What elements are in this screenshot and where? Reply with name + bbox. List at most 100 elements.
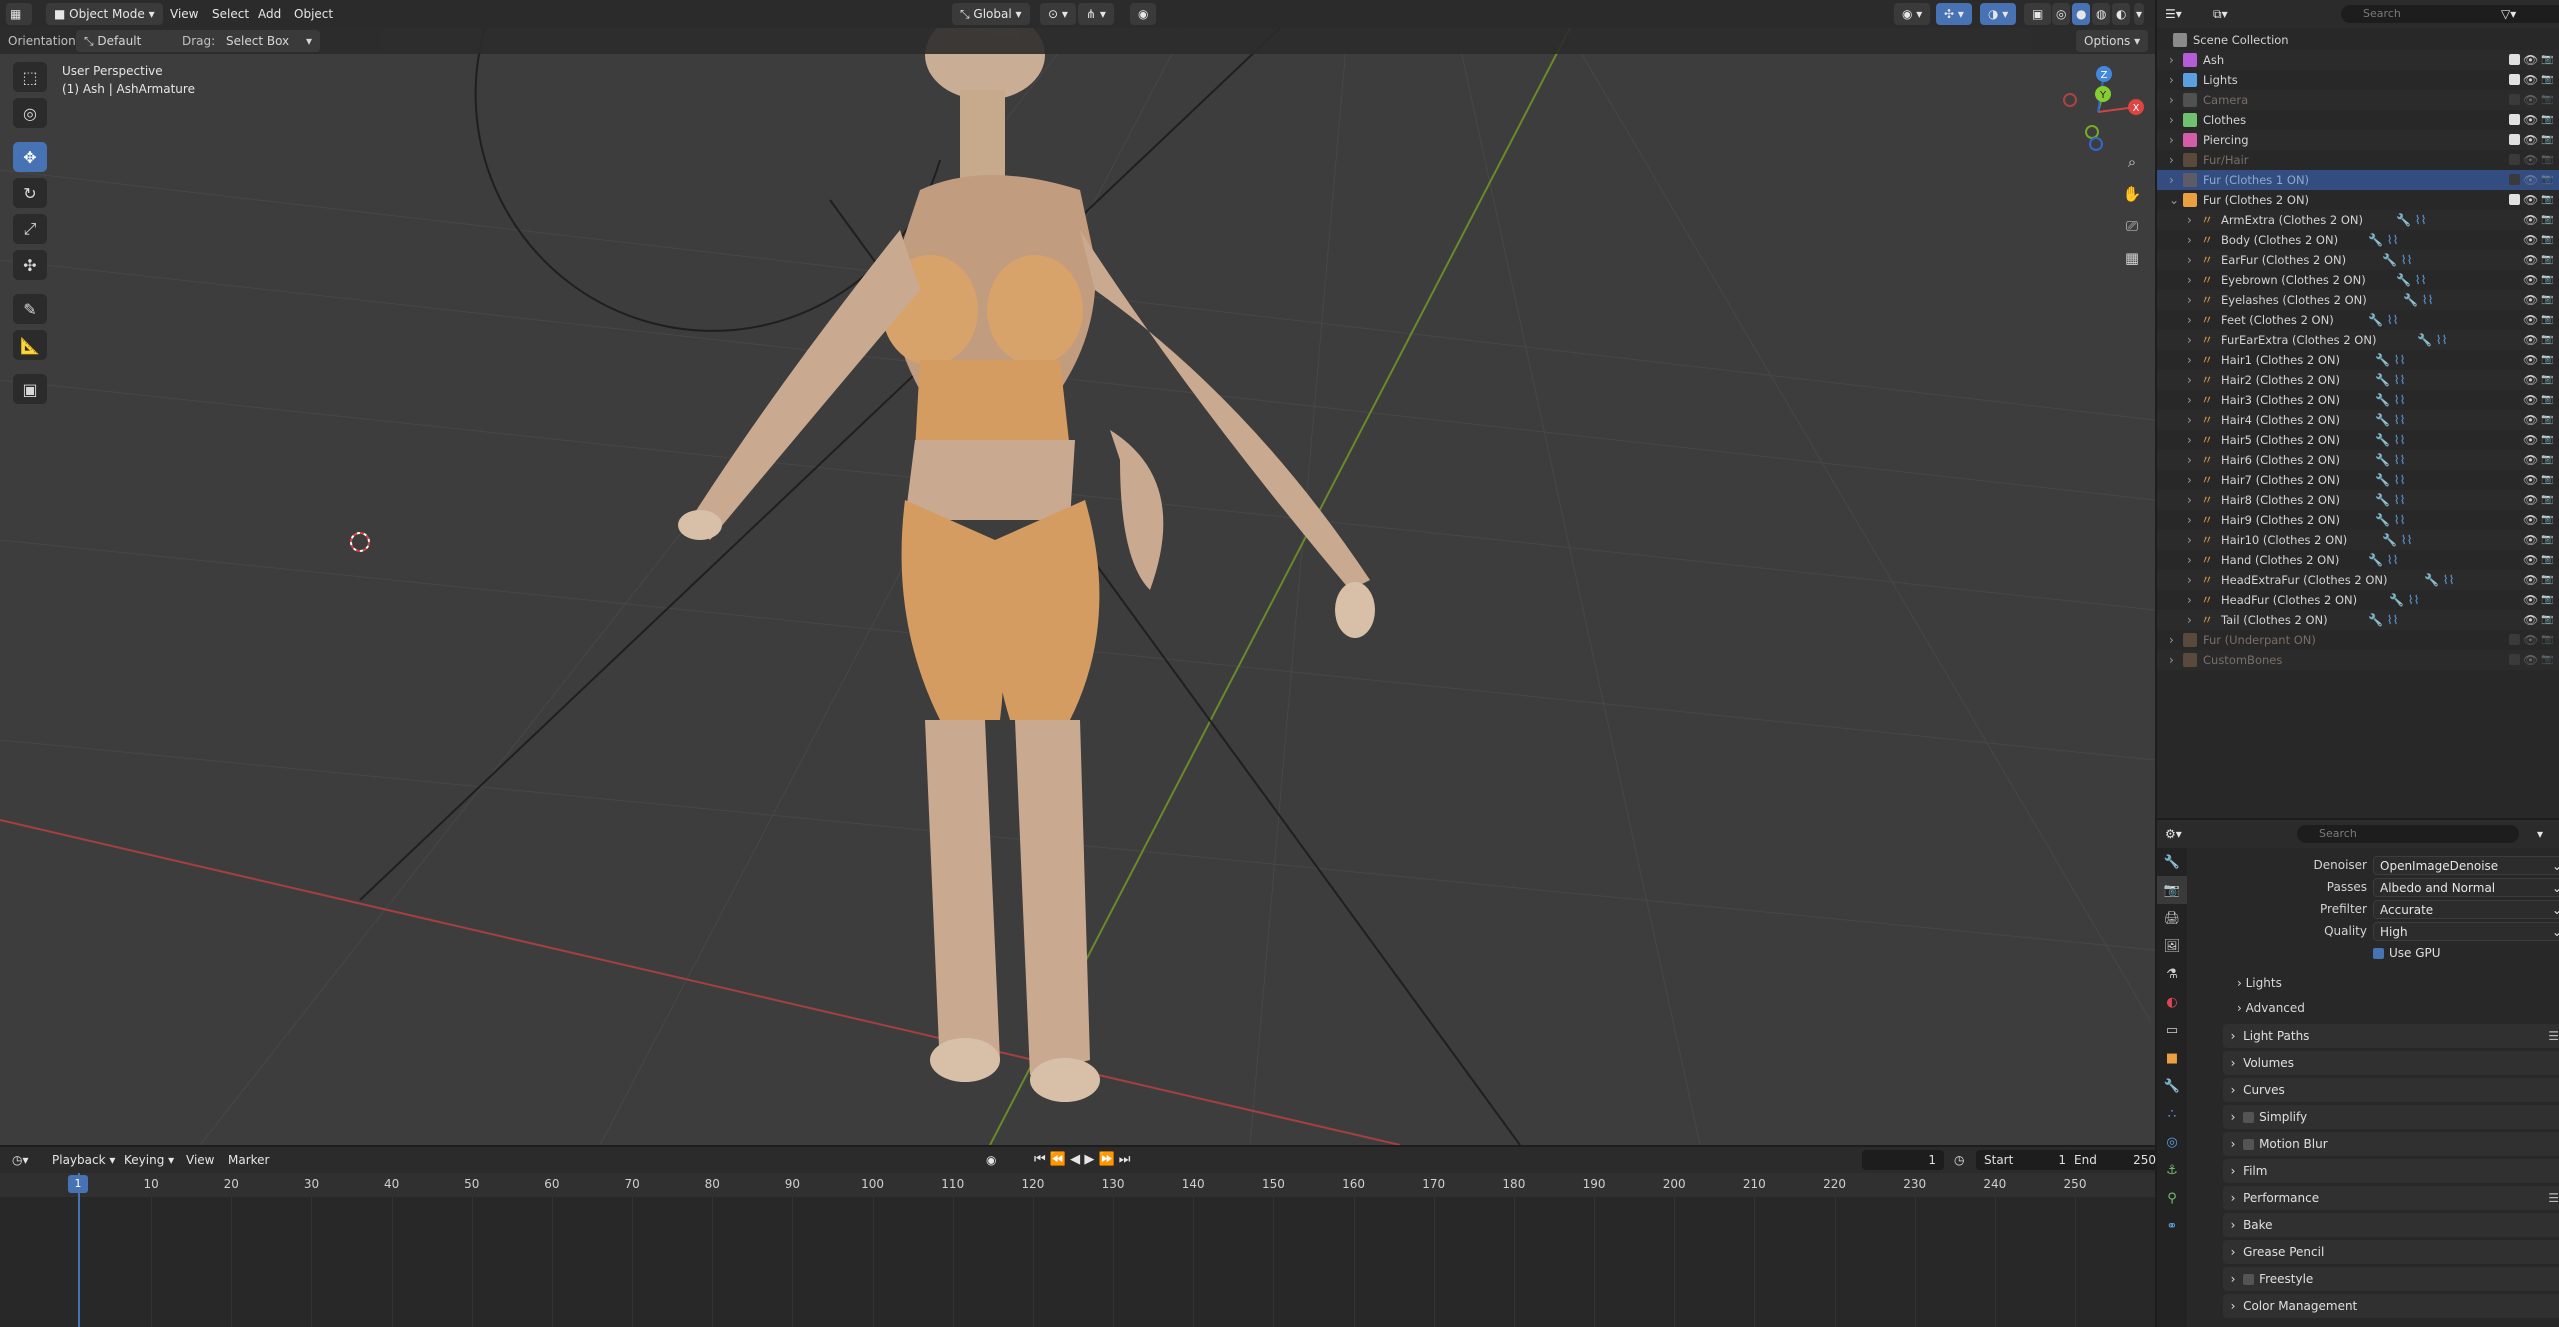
outliner-object-row[interactable]: › 〃 HeadFur (Clothes 2 ON) 🔧 ⌇⌇ 👁 📷 (2157, 590, 2559, 610)
eye-icon[interactable]: 👁 (2523, 290, 2538, 310)
gizmo-toggle[interactable]: ✣ ▾ (1936, 3, 1972, 25)
panel-enable-checkbox[interactable] (2243, 1112, 2255, 1123)
render-tab-icon[interactable]: 📷 (2157, 876, 2187, 904)
preset-icon[interactable]: ☰ (2548, 1024, 2559, 1048)
outliner-search-input[interactable]: Search (2341, 5, 2559, 23)
outliner-object-row[interactable]: › 〃 Hair3 (Clothes 2 ON) 🔧 ⌇⌇ 👁 📷 (2157, 390, 2559, 410)
world-tab-icon[interactable]: ◐ (2157, 988, 2187, 1016)
outliner-object-row[interactable]: › 〃 Body (Clothes 2 ON) 🔧 ⌇⌇ 👁 📷 (2157, 230, 2559, 250)
modifier-icon[interactable]: 🔧 ⌇⌇ (2375, 470, 2405, 490)
disclosure-arrow-icon[interactable]: › (2187, 390, 2192, 410)
outliner-object-row[interactable]: › 〃 Hair2 (Clothes 2 ON) 🔧 ⌇⌇ 👁 📷 (2157, 370, 2559, 390)
outliner-object-row[interactable]: › 〃 Hair10 (Clothes 2 ON) 🔧 ⌇⌇ 👁 📷 (2157, 530, 2559, 550)
panel-header[interactable]: › Simplify⠿ (2223, 1105, 2559, 1129)
properties-editor[interactable]: ⚙▾ Search ▾ 🔧 📷 🖨 🖼 ⚗ ◐ ▭ ■ 🔧 ∴ ◎ ⚓ ⚲ ⚭ … (2157, 820, 2559, 1327)
playhead-frame-label[interactable]: 1 (68, 1175, 88, 1193)
modifier-icon[interactable]: 🔧 ⌇⌇ (2375, 410, 2405, 430)
modifier-icon[interactable]: 🔧 ⌇⌇ (2382, 530, 2412, 550)
disclosure-arrow-icon[interactable]: › (2187, 430, 2192, 450)
eye-icon[interactable]: 👁 (2523, 510, 2538, 530)
render-camera-icon[interactable]: 📷 (2541, 450, 2553, 470)
eye-icon[interactable]: 👁 (2523, 270, 2538, 290)
panel-header[interactable]: › Light Paths☰⠿ (2223, 1024, 2559, 1048)
eye-icon[interactable]: 👁 (2523, 390, 2538, 410)
object-tab-icon[interactable]: ■ (2157, 1044, 2187, 1072)
disclosure-arrow-icon[interactable]: › (2169, 150, 2174, 170)
render-camera-icon[interactable]: 📷 (2541, 250, 2553, 270)
render-camera-icon[interactable]: 📷 (2541, 510, 2553, 530)
outliner-object-row[interactable]: › 〃 EarFur (Clothes 2 ON) 🔧 ⌇⌇ 👁 📷 (2157, 250, 2559, 270)
render-camera-icon[interactable]: 📷 (2541, 110, 2553, 130)
outliner-collection-row[interactable]: Scene Collection (2157, 30, 2559, 50)
subpanel-header[interactable]: › Lights (2237, 972, 2559, 994)
panel-header[interactable]: › Curves⠿ (2223, 1078, 2559, 1102)
pan-hand-icon[interactable]: ✋ (2118, 180, 2146, 208)
render-camera-icon[interactable]: 📷 (2541, 70, 2553, 90)
render-camera-icon[interactable]: 📷 (2541, 50, 2553, 70)
exclude-checkbox[interactable] (2509, 134, 2520, 145)
disclosure-arrow-icon[interactable]: › (2187, 550, 2192, 570)
subpanel-header[interactable]: › Advanced (2237, 997, 2559, 1019)
eye-icon[interactable]: 👁 (2523, 90, 2538, 110)
exclude-checkbox[interactable] (2509, 94, 2520, 105)
proportional-edit-toggle[interactable]: ◉ (1130, 3, 1157, 25)
disclosure-arrow-icon[interactable]: › (2187, 450, 2192, 470)
perspective-toggle-icon[interactable]: ▦ (2118, 244, 2146, 272)
tool-tab-icon[interactable]: 🔧 (2157, 848, 2187, 876)
disclosure-arrow-icon[interactable]: › (2187, 490, 2192, 510)
transform-orientation-dropdown[interactable]: ⤡ Global ▾ (952, 3, 1030, 25)
outliner-editor[interactable]: ☰▾ ⧉▾ Search ▽▾ Scene Collection › Ash 👁 📷 › L… (2157, 0, 2559, 818)
exclude-checkbox[interactable] (2509, 54, 2520, 65)
modifier-icon[interactable]: 🔧 ⌇⌇ (2368, 610, 2398, 630)
shading-dropdown[interactable]: ▾ (2134, 3, 2145, 25)
view-layer-tab-icon[interactable]: 🖼 (2157, 932, 2187, 960)
panel-enable-checkbox[interactable] (2243, 1139, 2255, 1150)
passes-dropdown[interactable]: Albedo and Normal ⌄ (2373, 878, 2559, 897)
render-camera-icon[interactable]: 📷 (2541, 290, 2553, 310)
outliner-collection-row[interactable]: › Piercing 👁 📷 (2157, 130, 2559, 150)
menu-add[interactable]: Add (258, 3, 281, 25)
outliner-object-row[interactable]: › 〃 Hair8 (Clothes 2 ON) 🔧 ⌇⌇ 👁 📷 (2157, 490, 2559, 510)
tool-select-box[interactable]: ⬚ (13, 62, 47, 92)
eye-icon[interactable]: 👁 (2523, 50, 2538, 70)
outliner-object-row[interactable]: › 〃 ArmExtra (Clothes 2 ON) 🔧 ⌇⌇ 👁 📷 (2157, 210, 2559, 230)
eye-icon[interactable]: 👁 (2523, 130, 2538, 150)
camera-view-icon[interactable]: ⎚ (2118, 212, 2146, 240)
eye-icon[interactable]: 👁 (2523, 550, 2538, 570)
output-tab-icon[interactable]: 🖨 (2157, 904, 2187, 932)
prefilter-dropdown[interactable]: Accurate ⌄ (2373, 900, 2559, 919)
panel-header[interactable]: › Motion Blur⠿ (2223, 1132, 2559, 1156)
disclosure-arrow-icon[interactable]: › (2187, 530, 2192, 550)
eye-icon[interactable]: 👁 (2523, 590, 2538, 610)
modifier-icon[interactable]: 🔧 ⌇⌇ (2396, 270, 2426, 290)
outliner-collection-row[interactable]: › Clothes 👁 📷 (2157, 110, 2559, 130)
disclosure-arrow-icon[interactable]: › (2187, 210, 2192, 230)
modifier-icon[interactable]: 🔧 ⌇⌇ (2375, 370, 2405, 390)
eye-icon[interactable]: 👁 (2523, 110, 2538, 130)
gizmo-neg-y[interactable] (2085, 125, 2099, 139)
render-camera-icon[interactable]: 📷 (2541, 550, 2553, 570)
render-camera-icon[interactable]: 📷 (2541, 630, 2553, 650)
disclosure-arrow-icon[interactable]: › (2187, 230, 2192, 250)
render-camera-icon[interactable]: 📷 (2541, 530, 2553, 550)
outliner-editor-type-icon[interactable]: ☰▾ (2165, 3, 2182, 25)
outliner-object-row[interactable]: › 〃 Hair6 (Clothes 2 ON) 🔧 ⌇⌇ 👁 📷 (2157, 450, 2559, 470)
3d-viewport[interactable]: ▦ ■ Object Mode ▾ View Select Add Object… (0, 0, 2155, 1145)
shading-material[interactable]: ◍ (2092, 3, 2111, 25)
eye-icon[interactable]: 👁 (2523, 530, 2538, 550)
panel-enable-checkbox[interactable] (2243, 1274, 2255, 1285)
mode-dropdown[interactable]: ■ Object Mode ▾ (46, 3, 163, 25)
modifier-icon[interactable]: 🔧 ⌇⌇ (2403, 290, 2433, 310)
shading-solid[interactable]: ● (2072, 3, 2091, 25)
outliner-object-row[interactable]: › 〃 HeadExtraFur (Clothes 2 ON) 🔧 ⌇⌇ 👁 📷 (2157, 570, 2559, 590)
disclosure-arrow-icon[interactable]: › (2187, 310, 2192, 330)
outliner-object-row[interactable]: › 〃 Hair9 (Clothes 2 ON) 🔧 ⌇⌇ 👁 📷 (2157, 510, 2559, 530)
outliner-object-row[interactable]: › 〃 Tail (Clothes 2 ON) 🔧 ⌇⌇ 👁 📷 (2157, 610, 2559, 630)
outliner-collection-row[interactable]: › Lights 👁 📷 (2157, 70, 2559, 90)
filter-icon[interactable]: ▽▾ (2501, 3, 2516, 25)
panel-header[interactable]: › Performance☰⠿ (2223, 1186, 2559, 1210)
modifier-icon[interactable]: 🔧 ⌇⌇ (2375, 490, 2405, 510)
render-camera-icon[interactable]: 📷 (2541, 490, 2553, 510)
modifier-icon[interactable]: 🔧 ⌇⌇ (2417, 330, 2447, 350)
gizmo-neg-z[interactable] (2089, 137, 2103, 151)
